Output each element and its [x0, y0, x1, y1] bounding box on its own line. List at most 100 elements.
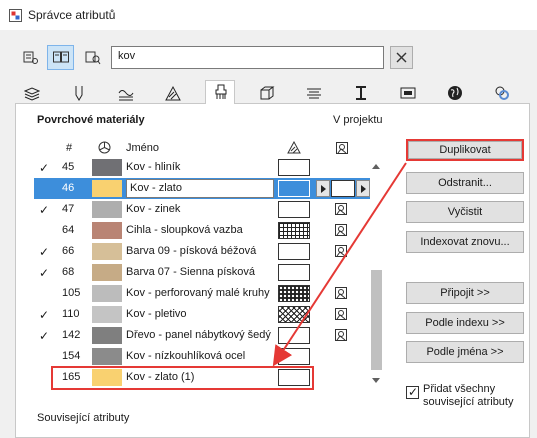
color-swatch	[92, 327, 122, 344]
composite-icon	[260, 86, 275, 100]
in-project-dropdown-arrow-icon[interactable]	[356, 180, 370, 197]
tab-markup[interactable]	[393, 82, 423, 104]
in-project-icon	[335, 287, 347, 299]
in-project-header: V projektu	[333, 114, 383, 126]
reindex-button[interactable]: Indexovat znovu...	[406, 231, 524, 253]
tab-composites[interactable]	[252, 82, 282, 104]
color-swatch	[92, 180, 122, 197]
row-name: Barva 07 - Sienna písková	[126, 266, 256, 278]
clear-search-button[interactable]	[390, 46, 413, 69]
operation-profile-icon	[495, 86, 509, 100]
checkmark-icon: ✓	[39, 266, 50, 280]
checkmark-icon: ✓	[39, 308, 50, 322]
in-project-icon	[335, 245, 347, 257]
table-row[interactable]: ✓ 68 Barva 07 - Sienna písková	[30, 262, 370, 283]
fill-pattern-preview	[278, 327, 310, 344]
preview-view-icon	[85, 51, 101, 65]
table-row[interactable]: 64 Cihla - sloupková vazba	[30, 220, 370, 241]
tab-global[interactable]	[440, 82, 470, 104]
fill-pattern-header-icon	[287, 141, 301, 154]
row-index: 45	[62, 161, 75, 173]
app-icon	[9, 9, 22, 22]
highlight-new-row	[51, 366, 314, 390]
row-name: Cihla - sloupková vazba	[126, 224, 243, 236]
tab-zones[interactable]	[346, 82, 376, 104]
in-project-header-icon	[336, 142, 348, 154]
table-row[interactable]: 154 Kov - nízkouhlíková ocel	[30, 346, 370, 367]
checkmark-icon: ✓	[408, 385, 419, 399]
append-button[interactable]: Připojit >>	[406, 282, 524, 304]
fill-pattern-preview	[278, 306, 310, 323]
surface-icon	[215, 84, 227, 99]
table-row[interactable]: 105 Kov - perforovaný malé kruhy	[30, 283, 370, 304]
color-swatch	[92, 201, 122, 218]
remove-button[interactable]: Odstranit...	[406, 172, 524, 194]
tab-fills[interactable]	[158, 82, 188, 104]
row-name: Kov - zinek	[126, 203, 181, 215]
layers-icon	[24, 87, 40, 101]
row-index: 64	[62, 224, 75, 236]
fill-icon	[165, 85, 181, 101]
globe-icon	[448, 86, 462, 100]
search-input[interactable]: kov	[111, 46, 384, 69]
row-name: Kov - hliník	[126, 161, 181, 173]
add-related-label: Přidat všechny související atributy	[423, 383, 514, 408]
color-swatch	[92, 306, 122, 323]
in-project-icon	[335, 329, 347, 341]
row-index: 105	[62, 287, 81, 299]
tab-pens[interactable]	[64, 82, 94, 104]
sort-by-name-button[interactable]: Podle jména >>	[406, 341, 524, 363]
pattern-dropdown-arrow-icon[interactable]	[316, 180, 330, 197]
row-name: Kov - perforovaný malé kruhy	[126, 287, 270, 299]
related-attributes-title: Související atributy	[37, 412, 130, 424]
close-icon	[396, 52, 407, 63]
in-project-icon	[335, 308, 347, 320]
checkmark-icon: ✓	[39, 329, 50, 343]
sort-by-index-button[interactable]: Podle indexu >>	[406, 312, 524, 334]
color-swatch	[92, 222, 122, 239]
row-index: 142	[62, 329, 81, 341]
row-name: Kov - nízkouhlíková ocel	[126, 350, 246, 362]
window-title: Správce atributů	[28, 8, 116, 22]
duplicate-button[interactable]: Duplikovat	[406, 139, 524, 161]
row-name: Barva 09 - písková béžová	[126, 245, 257, 257]
scroll-down-icon[interactable]	[372, 378, 380, 383]
name-edit-field[interactable]: Kov - zlato	[126, 179, 274, 198]
view-mode-list-button[interactable]	[17, 45, 44, 70]
in-project-icon	[335, 224, 347, 236]
table-row[interactable]: ✓ 47 Kov - zinek	[30, 199, 370, 220]
column-header-name[interactable]: Jméno	[126, 142, 159, 154]
list-scrollbar[interactable]	[369, 142, 384, 388]
tab-line-types[interactable]	[111, 82, 141, 104]
view-mode-preview-button[interactable]	[79, 45, 106, 70]
scroll-up-icon[interactable]	[372, 164, 380, 169]
tab-profiles[interactable]	[299, 82, 329, 104]
column-header-number[interactable]: #	[66, 142, 72, 154]
in-project-field[interactable]	[331, 180, 355, 197]
view-mode-split-button[interactable]	[47, 45, 74, 70]
color-swatch	[92, 159, 122, 176]
table-row[interactable]: ✓ 142 Dřevo - panel nábytkový šedý	[30, 325, 370, 346]
table-row[interactable]: ✓ 110 Kov - pletivo	[30, 304, 370, 325]
section-title: Povrchové materiály	[37, 114, 145, 126]
zone-icon	[356, 86, 366, 100]
pen-icon	[75, 86, 83, 101]
row-index: 47	[62, 203, 75, 215]
color-swatch	[92, 264, 122, 281]
checkmark-icon: ✓	[39, 245, 50, 259]
tab-operation-profiles[interactable]	[487, 82, 517, 104]
fill-pattern-preview[interactable]	[278, 180, 310, 197]
add-related-checkbox[interactable]: ✓	[406, 385, 419, 399]
table-row[interactable]: ✓ 66 Barva 09 - písková béžová	[30, 241, 370, 262]
scroll-thumb[interactable]	[371, 270, 382, 370]
fill-pattern-preview	[278, 159, 310, 176]
table-row[interactable]: ✓ 45 Kov - hliník	[30, 157, 370, 178]
tab-surfaces[interactable]	[205, 80, 235, 105]
surface-sphere-icon	[98, 141, 111, 154]
tab-layers[interactable]	[17, 82, 47, 104]
in-project-icon	[335, 203, 347, 215]
fill-pattern-preview	[278, 243, 310, 260]
table-row[interactable]: 46 Kov - zlato	[34, 178, 370, 199]
purge-button[interactable]: Vyčistit	[406, 201, 524, 223]
checkmark-icon: ✓	[39, 203, 50, 217]
